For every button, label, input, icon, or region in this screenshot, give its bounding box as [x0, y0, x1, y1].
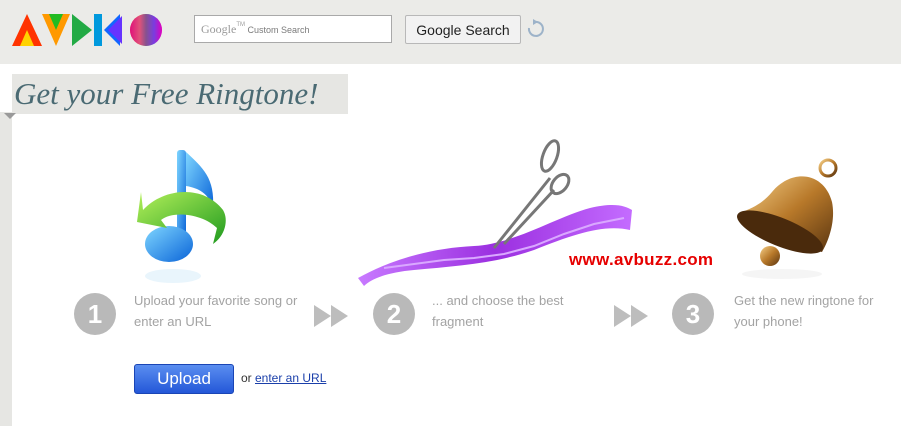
- step-1-text: Upload your favorite song or enter an UR…: [134, 293, 298, 329]
- google-brand-text: Google: [201, 22, 237, 36]
- upload-button[interactable]: Upload: [134, 364, 234, 394]
- left-border: [0, 112, 12, 426]
- search-input[interactable]: GoogleTM Custom Search: [194, 15, 392, 43]
- step-2-text: ... and choose the best fragment: [432, 293, 564, 329]
- enter-url-link[interactable]: enter an URL: [255, 371, 326, 385]
- step-number-2: 2: [373, 293, 415, 335]
- step-number-3: 3: [672, 293, 714, 335]
- top-bar: GoogleTM Custom Search Google Search: [0, 0, 901, 64]
- forward-arrows-icon: [314, 305, 348, 327]
- bell-icon: [737, 158, 838, 279]
- trademark-text: TM: [236, 22, 245, 28]
- music-note-upload-icon: [137, 150, 226, 283]
- search-placeholder: GoogleTM Custom Search: [201, 22, 310, 37]
- google-search-button[interactable]: Google Search: [405, 15, 521, 44]
- refresh-icon[interactable]: [526, 19, 544, 39]
- step-number-1: 1: [74, 293, 116, 335]
- page-title: Get your Free Ringtone!: [14, 76, 319, 111]
- watermark-text: www.avbuzz.com: [569, 250, 714, 269]
- custom-search-text: Custom Search: [247, 25, 310, 35]
- or-label: or: [241, 371, 252, 385]
- forward-arrows-icon: [614, 305, 648, 327]
- step-3-text: Get the new ringtone for your phone!: [734, 293, 874, 329]
- corner-notch-icon: [4, 113, 16, 119]
- avdiko-logo[interactable]: [12, 12, 164, 48]
